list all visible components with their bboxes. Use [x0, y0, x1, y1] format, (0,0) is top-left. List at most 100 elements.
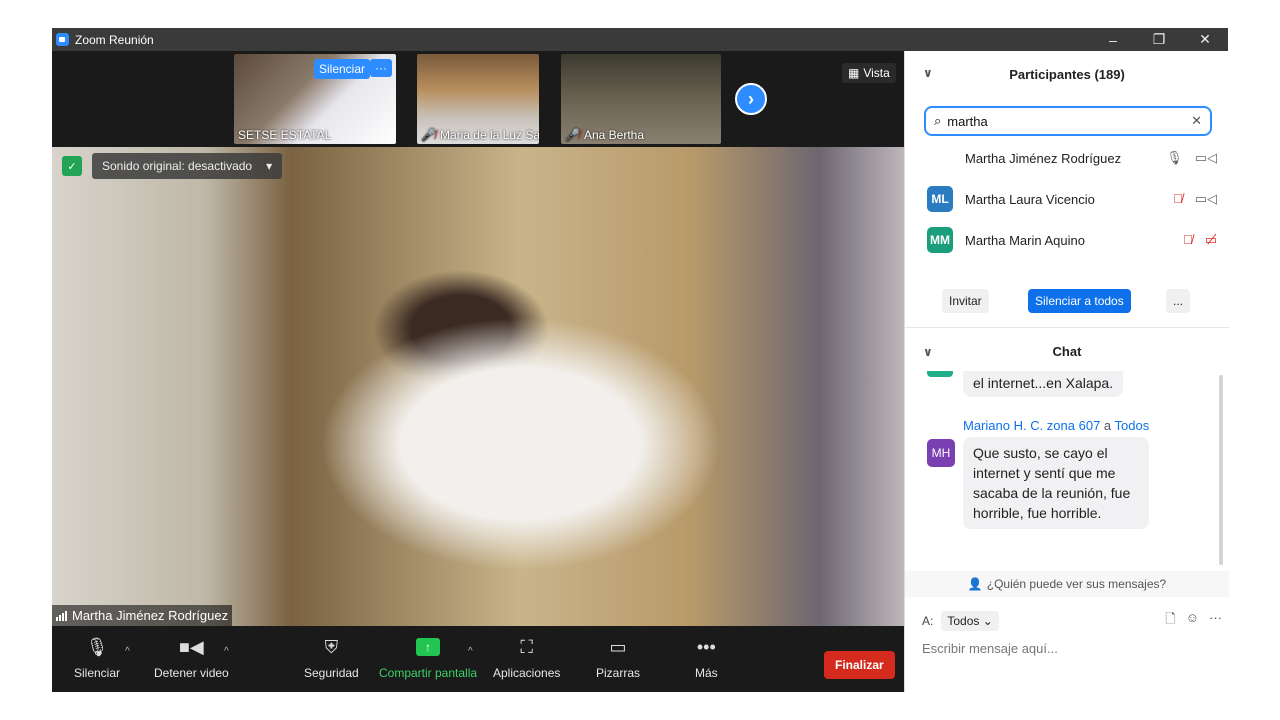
- apps-button[interactable]: ⛶ Aplicaciones: [493, 636, 561, 681]
- share-options-caret[interactable]: ^: [468, 646, 473, 657]
- view-button[interactable]: ▦ Vista: [842, 63, 896, 83]
- chat-message: el internet...en Xalapa.: [963, 371, 1124, 397]
- emoji-icon[interactable]: ☺: [1186, 610, 1199, 632]
- share-screen-icon: ↑: [416, 636, 441, 658]
- who-can-see-link[interactable]: 👤 ¿Quién puede ver sus mensajes?: [905, 571, 1229, 597]
- chat-recipient-row: A: Todos ⌄ 🗋 ☺ ···: [922, 609, 1222, 633]
- whiteboards-button[interactable]: ▭ Pizarras: [596, 636, 641, 681]
- meeting-toolbar: 🎙 Silenciar ^ ■◀ Detener video ^ ⛨ Segur…: [52, 626, 904, 692]
- more-dots-icon[interactable]: ···: [1209, 610, 1222, 632]
- mute-all-button[interactable]: Silenciar a todos: [1028, 289, 1131, 313]
- video-off-icon: ▭̸: [1204, 232, 1217, 247]
- end-meeting-button[interactable]: Finalizar: [824, 651, 895, 679]
- title-bar: Zoom Reunión – ❐ ✕: [52, 28, 1228, 51]
- participant-status-icons: 🎙̸ ▭◁: [1173, 191, 1217, 207]
- shield-icon[interactable]: ✓: [62, 156, 82, 176]
- share-screen-label: Compartir pantalla: [379, 666, 478, 680]
- search-value: martha: [947, 113, 988, 129]
- microphone-icon: 🎙: [85, 636, 109, 657]
- thumbnail-ana-bertha[interactable]: 🎤̸ Ana Bertha: [561, 54, 721, 144]
- close-button[interactable]: ✕: [1182, 28, 1228, 51]
- participant-status-icons: 🎙̸ ▭̸: [1183, 232, 1217, 248]
- mic-muted-icon: 🎙̸: [1182, 232, 1193, 247]
- original-sound-label: Sonido original: desactivado: [102, 159, 253, 173]
- participants-more-button[interactable]: ...: [1166, 289, 1191, 313]
- side-panel: ∨ Participantes (189) ⌕ martha ✕ Martha …: [904, 51, 1229, 692]
- mic-muted-icon: 🎤̸: [565, 128, 580, 142]
- stop-video-button[interactable]: ■◀ Detener video: [154, 636, 229, 681]
- chat-title: Chat: [1052, 343, 1082, 359]
- whiteboards-label: Pizarras: [596, 666, 641, 680]
- chat-message-input[interactable]: Escribir mensaje aquí...: [922, 641, 1058, 656]
- avatar: MH: [927, 439, 955, 467]
- thumbnail-name-row: 🎤̸ Ana Bertha: [565, 128, 644, 142]
- recipient-value: Todos: [947, 614, 980, 628]
- mute-button[interactable]: 🎙 Silenciar: [74, 636, 120, 681]
- whiteboard-icon: ▭: [609, 636, 627, 657]
- avatar: MM: [927, 227, 953, 253]
- participant-row[interactable]: MM Martha Marin Aquino 🎙̸ ▭̸: [927, 225, 1217, 255]
- chat-sender-name[interactable]: Mariano H. C. zona 607: [963, 418, 1100, 433]
- search-icon: ⌕: [934, 113, 942, 128]
- maximize-button[interactable]: ❐: [1136, 28, 1182, 51]
- thumbnail-more-button[interactable]: ···: [370, 59, 392, 77]
- main-video: ✓ Sonido original: desactivado ▾ Martha …: [52, 147, 904, 626]
- more-label: Más: [695, 666, 718, 680]
- security-button[interactable]: ⛨ Seguridad: [304, 636, 359, 681]
- stop-video-label: Detener video: [154, 666, 229, 680]
- zoom-window: Zoom Reunión – ❐ ✕ SETSE ESTATAL Silenci…: [52, 28, 1229, 692]
- apps-label: Aplicaciones: [493, 666, 561, 680]
- collapse-chat-icon[interactable]: ∨: [923, 345, 933, 359]
- participant-name: Martha Jiménez Rodríguez: [965, 150, 1122, 166]
- grid-icon: ▦: [848, 66, 860, 80]
- signal-bars-icon: [56, 610, 67, 621]
- video-area: SETSE ESTATAL Silenciar ··· 🎤̸ Maria de …: [52, 51, 904, 626]
- chevron-down-icon: ▾: [266, 159, 273, 173]
- view-label: Vista: [863, 66, 890, 80]
- avatar: ML: [927, 186, 953, 212]
- speaker-name: Martha Jiménez Rodríguez: [72, 608, 229, 623]
- chat-to-word: a: [1103, 418, 1112, 433]
- zoom-logo-icon: [56, 33, 69, 46]
- chat-scrollbar[interactable]: [1219, 375, 1223, 565]
- avatar: [927, 145, 953, 171]
- microphone-icon: 🎙: [1166, 150, 1183, 165]
- thumbnail-name-row: 🎤̸ Maria de la Luz Santi...: [421, 128, 539, 142]
- who-can-see-label: ¿Quién puede ver sus mensajes?: [986, 577, 1167, 591]
- window-title: Zoom Reunión: [75, 32, 154, 47]
- recipient-dropdown[interactable]: Todos ⌄: [941, 611, 999, 631]
- audio-options-caret[interactable]: ^: [125, 646, 130, 657]
- more-button[interactable]: ••• Más: [695, 636, 718, 681]
- share-screen-button[interactable]: ↑ Compartir pantalla: [379, 636, 477, 680]
- to-label: A:: [922, 614, 934, 628]
- apps-icon: ⛶: [520, 636, 533, 657]
- chevron-down-icon: ⌄: [982, 614, 993, 628]
- avatar: [927, 371, 953, 377]
- invite-button[interactable]: Invitar: [942, 289, 989, 313]
- original-sound-dropdown[interactable]: Sonido original: desactivado ▾: [92, 153, 283, 179]
- thumbnail-name: Maria de la Luz Santi...: [439, 128, 539, 142]
- person-icon: 👤: [967, 577, 983, 591]
- thumbnail-strip: SETSE ESTATAL Silenciar ··· 🎤̸ Maria de …: [52, 51, 904, 147]
- video-camera-icon: ■◀: [179, 636, 204, 657]
- next-page-button[interactable]: ›: [735, 83, 767, 115]
- minimize-button[interactable]: –: [1090, 28, 1136, 51]
- thumbnail-name: SETSE ESTATAL: [238, 128, 332, 142]
- clear-search-icon[interactable]: ✕: [1191, 113, 1202, 129]
- panel-divider: [905, 327, 1229, 328]
- video-camera-icon: ▭◁: [1194, 150, 1217, 165]
- mic-muted-icon: 🎙̸: [1172, 191, 1183, 206]
- participant-name: Martha Marin Aquino: [965, 232, 1085, 248]
- thumbnail-silenciar-button[interactable]: Silenciar: [314, 59, 371, 79]
- participant-row[interactable]: Martha Jiménez Rodríguez 🎙 ▭◁: [927, 143, 1217, 173]
- file-icon[interactable]: 🗋: [1165, 610, 1175, 632]
- collapse-participants-icon[interactable]: ∨: [923, 66, 933, 80]
- participant-status-icons: 🎙 ▭◁: [1166, 150, 1217, 166]
- video-options-caret[interactable]: ^: [224, 646, 229, 657]
- thumbnail-maria[interactable]: 🎤̸ Maria de la Luz Santi...: [417, 54, 539, 144]
- participant-row[interactable]: ML Martha Laura Vicencio 🎙̸ ▭◁: [927, 184, 1217, 214]
- more-dots-icon: •••: [696, 636, 716, 657]
- shield-icon: ⛨: [324, 636, 339, 657]
- chat-tools: 🗋 ☺ ···: [1165, 610, 1222, 632]
- participant-search-input[interactable]: ⌕ martha ✕: [924, 106, 1212, 136]
